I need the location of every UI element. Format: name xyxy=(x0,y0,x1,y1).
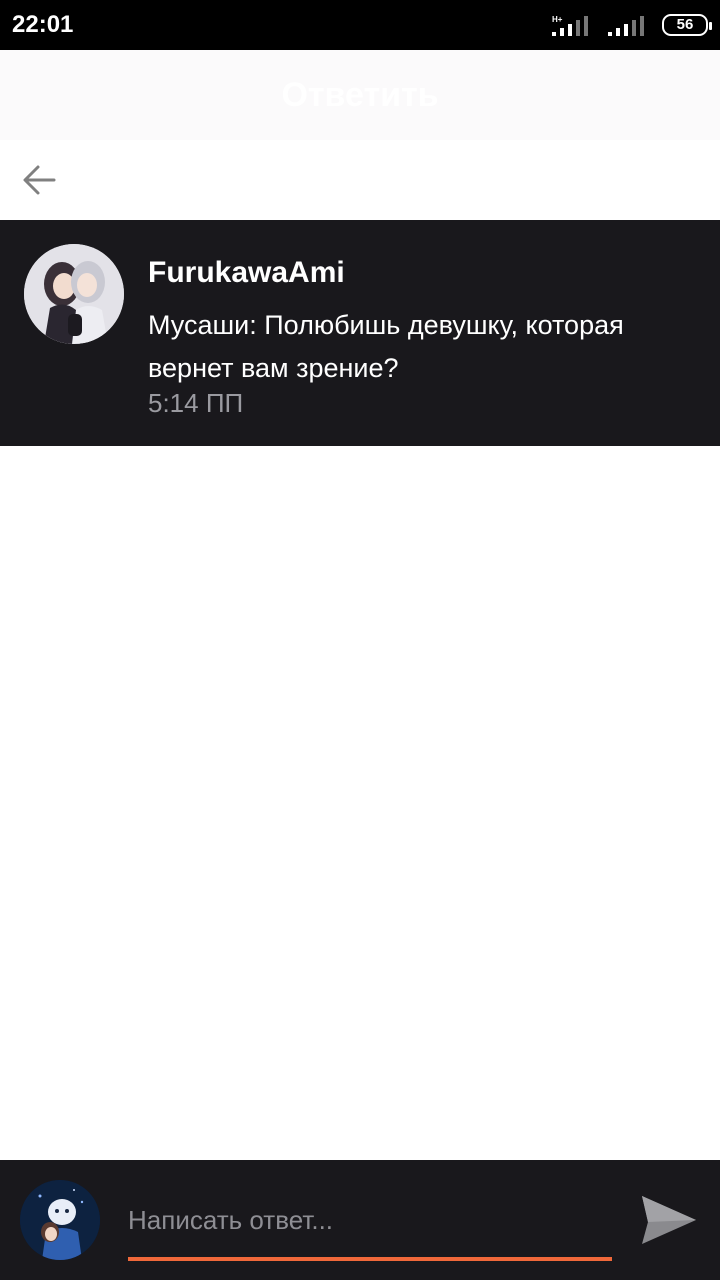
message-timestamp: 5:14 ПП xyxy=(148,388,244,418)
message-text: Мусаши: Полюбишь девушку, которая вернет… xyxy=(148,310,624,383)
user-avatar-image xyxy=(24,244,124,344)
battery-icon: 56 xyxy=(662,14,712,36)
my-avatar-image xyxy=(20,1180,100,1260)
signal-strength-icon xyxy=(608,16,644,36)
nav-bar xyxy=(0,140,720,220)
page-title: Ответить xyxy=(281,76,439,114)
battery-level: 56 xyxy=(676,16,694,33)
reply-input-underline xyxy=(128,1257,612,1261)
avatar[interactable] xyxy=(24,244,124,344)
arrow-left-icon xyxy=(23,165,56,195)
status-time: 22:01 xyxy=(12,11,74,38)
send-icon xyxy=(642,1196,696,1244)
reply-bar xyxy=(0,1160,720,1280)
status-bar: 22:01 H+ 56 xyxy=(0,0,720,50)
my-avatar xyxy=(20,1180,100,1260)
send-button[interactable] xyxy=(636,1190,702,1250)
message-card: FurukawaAmi Мусаши: Полюбишь девушку, ко… xyxy=(0,220,720,446)
reply-input[interactable] xyxy=(128,1196,612,1244)
username[interactable]: FurukawaAmi xyxy=(148,256,345,290)
signal-h-plus-icon: H+ xyxy=(552,15,588,36)
network-type-label: H+ xyxy=(552,15,563,24)
back-button[interactable] xyxy=(14,154,66,206)
title-bar: Ответить xyxy=(0,50,720,140)
